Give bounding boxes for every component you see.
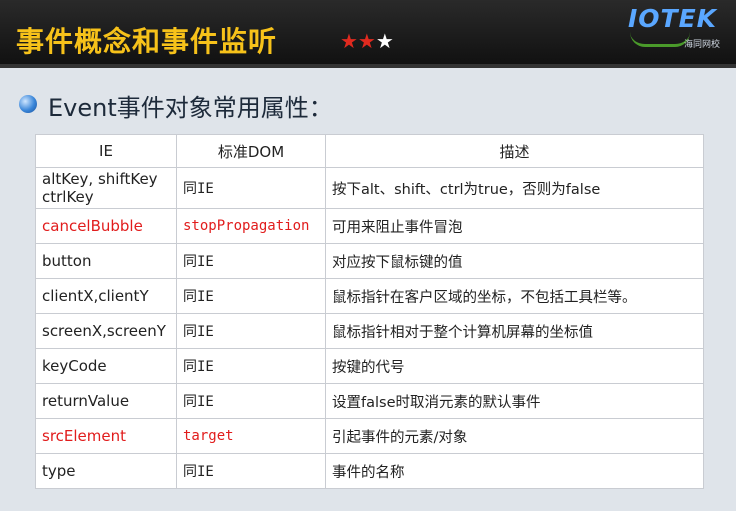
- bullet-icon: [19, 95, 37, 113]
- column-header-ie: IE: [35, 134, 177, 168]
- cell-ie: returnValue: [35, 383, 177, 419]
- logo-arc-icon: [630, 32, 690, 47]
- cell-dom: 同IE: [176, 278, 326, 314]
- column-header-dom: 标准DOM: [176, 134, 326, 168]
- table-row: button 同IE 对应按下鼠标键的值: [35, 243, 704, 279]
- table-row: keyCode 同IE 按键的代号: [35, 348, 704, 384]
- difficulty-stars: ★★★: [340, 29, 394, 53]
- iotek-logo: IOTEK 海同网校: [628, 4, 728, 50]
- table-row: screenX,screenY 同IE 鼠标指针相对于整个计算机屏幕的坐标值: [35, 313, 704, 349]
- cell-ie: button: [35, 243, 177, 279]
- column-header-desc: 描述: [325, 134, 704, 168]
- table-row: cancelBubble stopPropagation 可用来阻止事件冒泡: [35, 208, 704, 244]
- table-header-row: IE 标准DOM 描述: [35, 134, 704, 168]
- cell-dom: 同IE: [176, 383, 326, 419]
- cell-ie: keyCode: [35, 348, 177, 384]
- cell-dom: 同IE: [176, 348, 326, 384]
- star-red-icon: ★★: [340, 29, 376, 53]
- cell-ie: screenX,screenY: [35, 313, 177, 349]
- cell-dom: 同IE: [176, 313, 326, 349]
- section-subtitle: Event事件对象常用属性：: [48, 94, 333, 122]
- table-row: srcElement target 引起事件的元素/对象: [35, 418, 704, 454]
- cell-desc: 可用来阻止事件冒泡: [325, 208, 704, 244]
- cell-desc: 设置false时取消元素的默认事件: [325, 383, 704, 419]
- event-properties-table: IE 标准DOM 描述 altKey, shiftKey ctrlKey 同IE 按…: [35, 134, 704, 489]
- table-row: returnValue 同IE 设置false时取消元素的默认事件: [35, 383, 704, 419]
- cell-desc: 事件的名称: [325, 453, 704, 489]
- slide-title: 事件概念和事件监听: [16, 25, 278, 58]
- cell-ie: srcElement: [35, 418, 177, 454]
- cell-desc: 按下alt、shift、ctrl为true，否则为false: [325, 167, 704, 209]
- logo-main-text: IOTEK: [628, 4, 718, 33]
- cell-dom: 同IE: [176, 167, 326, 209]
- table-row: type 同IE 事件的名称: [35, 453, 704, 489]
- cell-dom: 同IE: [176, 243, 326, 279]
- cell-dom: target: [176, 418, 326, 454]
- cell-dom: stopPropagation: [176, 208, 326, 244]
- table-row: altKey, shiftKey ctrlKey 同IE 按下alt、shift、c…: [35, 167, 704, 209]
- cell-ie: altKey, shiftKey ctrlKey: [35, 167, 177, 209]
- logo-sub-text: 海同网校: [684, 40, 721, 50]
- cell-ie: type: [35, 453, 177, 489]
- cell-ie: cancelBubble: [35, 208, 177, 244]
- star-white-icon: ★: [375, 29, 394, 53]
- table-row: clientX,clientY 同IE 鼠标指针在客户区域的坐标，不包括工具栏等。: [35, 278, 704, 314]
- slide-header: 事件概念和事件监听 ★★★ IOTEK 海同网校: [0, 0, 736, 68]
- cell-desc: 鼠标指针在客户区域的坐标，不包括工具栏等。: [325, 278, 704, 314]
- cell-desc: 对应按下鼠标键的值: [325, 243, 704, 279]
- cell-dom: 同IE: [176, 453, 326, 489]
- cell-desc: 引起事件的元素/对象: [325, 418, 704, 454]
- cell-desc: 按键的代号: [325, 348, 704, 384]
- cell-ie: clientX,clientY: [35, 278, 177, 314]
- cell-desc: 鼠标指针相对于整个计算机屏幕的坐标值: [325, 313, 704, 349]
